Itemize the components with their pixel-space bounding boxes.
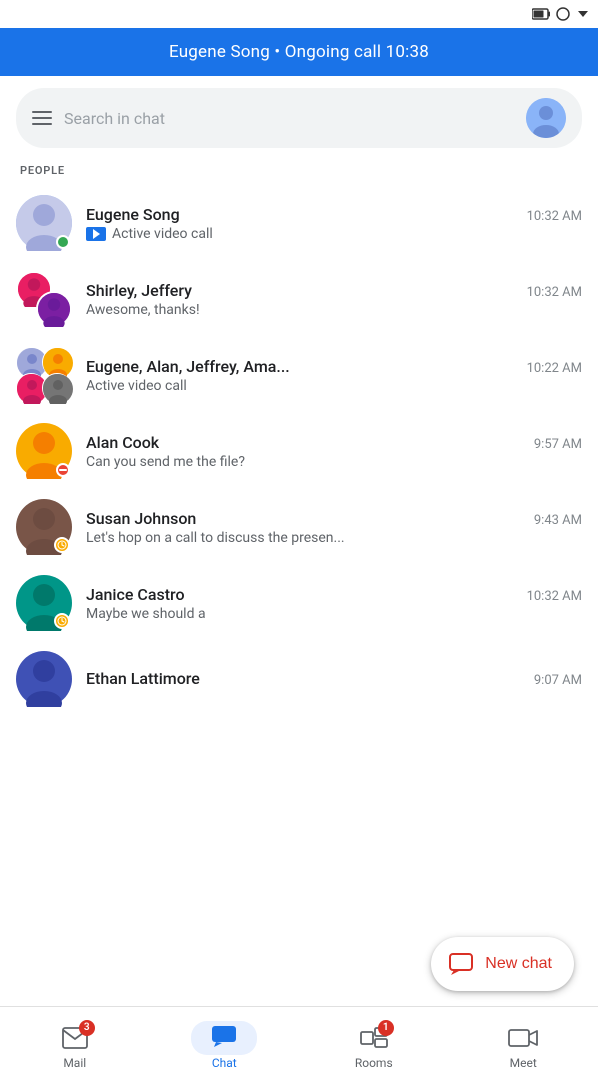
user-avatar-image [526,98,566,138]
list-item[interactable]: Eugene Song 10:32 AM Active video call [0,185,598,261]
person-name: Eugene, Alan, Jeffrey, Ama... [86,357,290,376]
avatar [16,347,72,403]
list-item[interactable]: Shirley, Jeffery 10:32 AM Awesome, thank… [0,261,598,337]
person-message: Maybe we should a [86,606,582,622]
person-time: 10:32 AM [527,209,582,224]
group-avatar [16,271,72,327]
nav-item-mail[interactable]: 3 Mail [0,1016,150,1078]
avatar [16,651,72,707]
person-info: Eugene Song 10:32 AM Active video call [86,205,582,242]
status-bar [0,0,598,28]
nav-item-rooms[interactable]: 1 Rooms [299,1016,449,1078]
people-section-label: PEOPLE [0,160,598,185]
person-name: Susan Johnson [86,509,196,528]
person-time: 9:43 AM [534,513,582,528]
nav-label-meet: Meet [510,1056,537,1070]
clock-status-dot [54,613,70,629]
battery-icon [532,8,550,20]
list-item[interactable]: Eugene, Alan, Jeffrey, Ama... 10:22 AM A… [0,337,598,413]
online-status-dot [56,235,70,249]
mail-badge: 3 [79,1020,95,1036]
new-chat-button[interactable]: New chat [431,937,574,991]
person-name: Eugene Song [86,205,180,224]
call-banner[interactable]: Eugene Song • Ongoing call 10:38 [0,28,598,76]
bottom-nav: 3 Mail Chat 1 Rooms [0,1006,598,1086]
person-info: Susan Johnson 9:43 AM Let's hop on a cal… [86,509,582,546]
group-avatar-4 [16,347,72,403]
list-item[interactable]: Janice Castro 10:32 AM Maybe we should a [0,565,598,641]
person-message: Let's hop on a call to discuss the prese… [86,530,582,546]
person-time: 9:57 AM [534,437,582,452]
person-info: Alan Cook 9:57 AM Can you send me the fi… [86,433,582,470]
person-message: Can you send me the file? [86,454,582,470]
new-chat-label: New chat [485,955,552,973]
person-info: Ethan Lattimore 9:07 AM [86,669,582,690]
clock-icon [57,616,67,626]
avatar [16,271,72,327]
person-name: Janice Castro [86,585,185,604]
nav-label-mail: Mail [63,1056,86,1070]
person-info: Shirley, Jeffery 10:32 AM Awesome, thank… [86,281,582,318]
person-time: 10:32 AM [527,589,582,604]
signal-icon [556,7,570,21]
nav-label-chat: Chat [212,1056,237,1070]
person-name: Ethan Lattimore [86,669,200,688]
person-name: Shirley, Jeffery [86,281,192,300]
people-list: Eugene Song 10:32 AM Active video call [0,185,598,717]
user-avatar[interactable] [526,98,566,138]
person-message: Active video call [86,378,582,394]
call-banner-text: Eugene Song • Ongoing call 10:38 [169,42,429,62]
busy-status-dot [56,463,70,477]
list-item[interactable]: Susan Johnson 9:43 AM Let's hop on a cal… [0,489,598,565]
person-message: Active video call [86,226,582,242]
nav-item-meet[interactable]: Meet [449,1016,598,1078]
avatar [16,423,72,479]
avatar [16,575,72,631]
person-message: Awesome, thanks! [86,302,582,318]
person-time: 9:07 AM [534,673,582,688]
person-info: Janice Castro 10:32 AM Maybe we should a [86,585,582,622]
avatar [16,499,72,555]
active-tab-pill [191,1021,257,1055]
person-time: 10:32 AM [527,285,582,300]
ethan-lattimore-avatar [16,651,72,707]
clock-icon [57,540,67,550]
nav-label-rooms: Rooms [355,1056,393,1070]
search-input[interactable]: Search in chat [64,109,514,128]
search-bar[interactable]: Search in chat [16,88,582,148]
rooms-icon-wrap: 1 [356,1024,392,1052]
person-time: 10:22 AM [527,361,582,376]
fab-container: New chat [431,937,574,991]
clock-status-dot [54,537,70,553]
avatar [16,195,72,251]
chat-icon [211,1025,237,1047]
dropdown-icon [576,7,590,21]
meet-icon-wrap [505,1024,541,1052]
jeffery-avatar [38,291,70,327]
mail-icon-wrap: 3 [57,1024,93,1052]
person-name: Alan Cook [86,433,159,452]
video-call-icon [86,227,106,241]
menu-button[interactable] [32,111,52,125]
nav-item-chat[interactable]: Chat [150,1016,300,1078]
person-info: Eugene, Alan, Jeffrey, Ama... 10:22 AM A… [86,357,582,394]
list-item[interactable]: Ethan Lattimore 9:07 AM [0,641,598,717]
meet-icon [508,1027,538,1049]
chat-icon-wrap [206,1024,242,1052]
list-item[interactable]: Alan Cook 9:57 AM Can you send me the fi… [0,413,598,489]
rooms-badge: 1 [378,1020,394,1036]
ga4 [43,374,73,404]
new-chat-icon [449,951,475,977]
